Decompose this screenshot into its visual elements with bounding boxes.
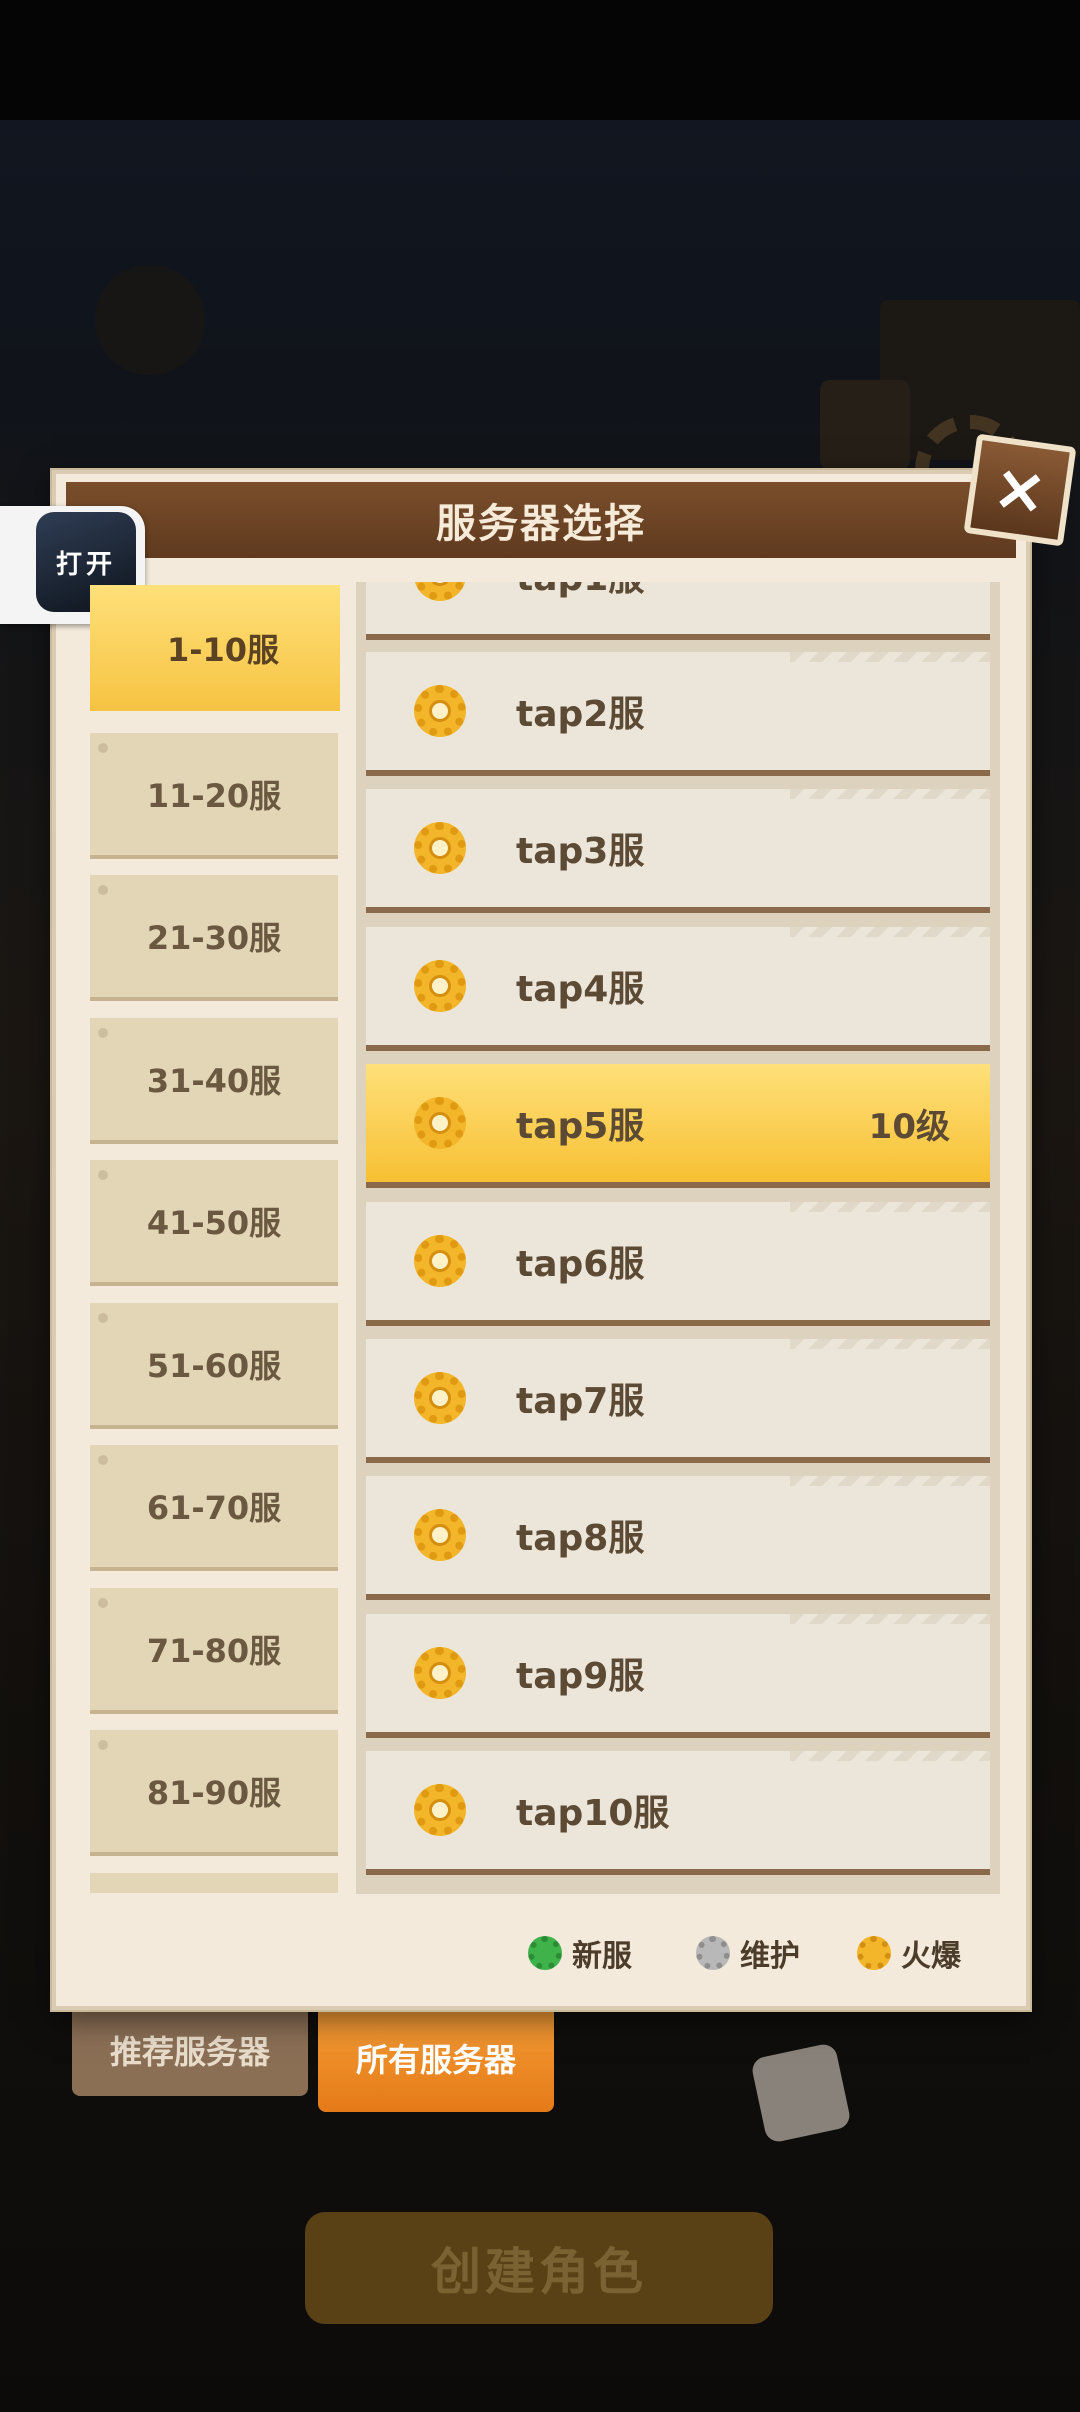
server-name: tap9服 — [516, 1656, 645, 1697]
legend-maintenance-label: 维护 — [740, 1939, 800, 1974]
legend-hot: 火爆 — [857, 1930, 961, 1976]
range-tab[interactable]: 81-90服 — [90, 1730, 338, 1856]
range-label: 41-50服 — [146, 1204, 282, 1242]
close-icon: × — [988, 449, 1052, 531]
hot-gear-icon — [414, 1097, 466, 1149]
hot-gear-icon — [414, 822, 466, 874]
server-name: tap4服 — [516, 969, 645, 1010]
range-label: 71-80服 — [146, 1632, 282, 1670]
server-row[interactable]: tap1服 — [366, 582, 990, 640]
server-row[interactable]: tap6服 — [366, 1202, 990, 1326]
range-tab[interactable]: 1-10服 — [90, 585, 340, 711]
server-name: tap2服 — [516, 694, 645, 735]
server-name: tap5服 — [516, 1106, 645, 1147]
server-row[interactable]: tap8服 — [366, 1476, 990, 1600]
hot-gear-icon — [414, 582, 466, 601]
dialog-title: 服务器选择 — [436, 501, 646, 547]
hot-gear-icon — [414, 1235, 466, 1287]
range-tab-partial[interactable] — [90, 1873, 338, 1893]
server-row[interactable]: tap2服 — [366, 652, 990, 776]
server-name: tap6服 — [516, 1244, 645, 1285]
tab-recommended-servers[interactable]: 推荐服务器 — [72, 2004, 308, 2096]
range-tab[interactable]: 51-60服 — [90, 1303, 338, 1429]
tab-all-servers[interactable]: 所有服务器 — [318, 2004, 554, 2112]
server-range-list: 1-10服 11-20服 21-30服 31-40服 41-50服 51-60服… — [90, 585, 340, 1893]
range-label: 31-40服 — [146, 1062, 282, 1100]
server-name: tap10服 — [516, 1793, 670, 1834]
range-label: 61-70服 — [146, 1489, 282, 1527]
create-character-button[interactable]: 创建角色 — [305, 2212, 773, 2324]
close-button[interactable]: × — [963, 433, 1077, 547]
legend-new: 新服 — [528, 1930, 632, 1976]
range-label: 81-90服 — [146, 1774, 282, 1812]
maintenance-gear-icon — [696, 1936, 730, 1970]
dice-icon[interactable] — [749, 2041, 853, 2145]
range-label: 21-30服 — [146, 919, 282, 957]
range-tab[interactable]: 41-50服 — [90, 1160, 338, 1286]
server-list: tap1服 tap2服 tap3服 tap4服 tap5服 10级 tap6服 … — [356, 582, 1000, 1894]
server-row[interactable]: tap4服 — [366, 927, 990, 1051]
server-name: tap1服 — [516, 582, 644, 601]
range-label: 51-60服 — [146, 1347, 282, 1385]
server-row[interactable]: tap3服 — [366, 789, 990, 913]
range-tab[interactable]: 31-40服 — [90, 1018, 338, 1144]
hot-gear-icon — [414, 685, 466, 737]
range-tab[interactable]: 21-30服 — [90, 875, 338, 1001]
status-bar — [0, 0, 1080, 120]
server-row[interactable]: tap10服 — [366, 1751, 990, 1875]
hot-server-gear-icon — [857, 1936, 891, 1970]
hot-gear-icon — [414, 1509, 466, 1561]
hot-gear-icon — [414, 1647, 466, 1699]
range-tab[interactable]: 11-20服 — [90, 733, 338, 859]
server-row[interactable]: tap9服 — [366, 1614, 990, 1738]
dialog-header: 服务器选择 — [66, 482, 1016, 558]
server-level: 10级 — [868, 1106, 950, 1147]
legend-hot-label: 火爆 — [901, 1939, 961, 1974]
server-name: tap7服 — [516, 1381, 645, 1422]
hot-gear-icon — [414, 960, 466, 1012]
new-server-gear-icon — [528, 1936, 562, 1970]
server-name: tap8服 — [516, 1518, 645, 1559]
range-tab[interactable]: 71-80服 — [90, 1588, 338, 1714]
server-name: tap3服 — [516, 831, 645, 872]
server-row[interactable]: tap7服 — [366, 1339, 990, 1463]
legend-new-label: 新服 — [572, 1939, 632, 1974]
hot-gear-icon — [414, 1372, 466, 1424]
hot-gear-icon — [414, 1784, 466, 1836]
range-tab[interactable]: 61-70服 — [90, 1445, 338, 1571]
server-row-selected[interactable]: tap5服 10级 — [366, 1064, 990, 1188]
legend-maintenance: 维护 — [696, 1930, 800, 1976]
range-label: 11-20服 — [146, 777, 282, 815]
